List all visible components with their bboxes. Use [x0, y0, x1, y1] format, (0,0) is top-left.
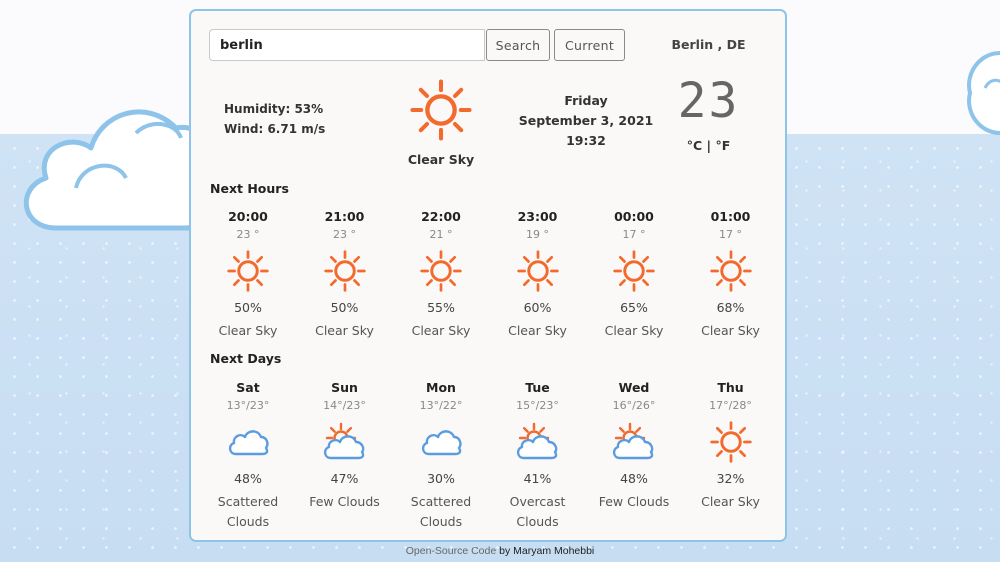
sun-cloud-icon: [297, 419, 393, 465]
day-label: Thu: [717, 380, 744, 395]
footer-link[interactable]: Open-Source Code: [406, 545, 496, 557]
hour-description: Clear Sky: [701, 323, 760, 338]
day-description: Few Clouds: [309, 494, 380, 509]
footer: Open-Source Code by Maryam Mohebbi: [0, 545, 1000, 557]
sun-cloud-icon: [586, 419, 682, 465]
wind-label: Wind: 6.71 m/s: [224, 122, 326, 136]
sun-icon: [393, 248, 489, 294]
next-days-title: Next Days: [210, 351, 282, 366]
hour-humidity: 50%: [234, 300, 262, 315]
hour-temperature: 23 °: [236, 228, 260, 241]
hour-label: 20:00: [228, 209, 268, 224]
hour-humidity: 60%: [523, 300, 552, 315]
hour-temperature: 23 °: [333, 228, 356, 241]
day-description: Scattered Clouds: [217, 494, 279, 529]
day-humidity: 48%: [234, 471, 262, 486]
hour-description: Clear Sky: [315, 323, 374, 338]
footer-author[interactable]: Maryam Mohebbi: [513, 545, 594, 557]
day-humidity: 30%: [427, 471, 455, 486]
cloud-icon: [200, 419, 296, 465]
day-label: Mon: [426, 380, 456, 395]
cloud-icon: [393, 419, 489, 465]
hour-label: 22:00: [421, 209, 461, 224]
sun-icon: [410, 79, 472, 141]
sun-icon: [586, 248, 682, 294]
hour-item: 20:00 23 ° 50% Clear Sky: [200, 209, 296, 341]
current-description: Clear Sky: [407, 152, 475, 167]
background-cloud-right: [967, 51, 1000, 135]
hour-item: 00:00 17 ° 65% Clear Sky: [586, 209, 682, 341]
hour-item: 23:00 19 ° 60% Clear Sky: [490, 209, 586, 341]
search-input[interactable]: [209, 29, 485, 61]
day-label: Tue: [525, 380, 550, 395]
hour-label: 01:00: [710, 209, 751, 224]
hour-description: Clear Sky: [604, 323, 664, 338]
hour-humidity: 65%: [620, 300, 648, 315]
day-description: Scattered Clouds: [410, 494, 472, 529]
hour-humidity: 55%: [427, 300, 455, 315]
day-item: Sat 13°/23° 48% Scattered Clouds: [200, 380, 296, 532]
day-temperature: 14°/23°: [323, 399, 366, 412]
sun-icon: [683, 419, 779, 465]
day-description: Few Clouds: [598, 494, 670, 509]
day-item: Tue 15°/23° 41% Overcast Clouds: [490, 380, 586, 532]
footer-by: by: [499, 545, 511, 557]
day-temperature: 13°/23°: [226, 399, 270, 412]
day-item: Sun 14°/23° 47% Few Clouds: [297, 380, 393, 512]
day-label: Sat: [236, 380, 260, 395]
day-temperature: 16°/26°: [612, 399, 656, 412]
time-label: 19:32: [566, 133, 606, 148]
hour-temperature: 21 °: [429, 228, 453, 241]
hour-item: 21:00 23 ° 50% Clear Sky: [297, 209, 393, 341]
day-humidity: 41%: [523, 471, 552, 486]
day-humidity: 48%: [620, 471, 648, 486]
day-humidity: 47%: [330, 471, 359, 486]
hour-humidity: 50%: [330, 300, 359, 315]
fahrenheit-toggle[interactable]: °F: [715, 138, 730, 153]
sun-icon: [490, 248, 586, 294]
unit-separator: |: [706, 138, 712, 153]
city-label: Berlin , DE: [671, 37, 746, 52]
humidity-label: Humidity: 53%: [224, 102, 324, 116]
sun-cloud-icon: [490, 419, 586, 465]
hour-temperature: 17 °: [719, 228, 742, 241]
day-label: Friday: [564, 93, 608, 108]
unit-toggle: °C | °F: [661, 138, 756, 153]
day-humidity: 32%: [716, 471, 745, 486]
sun-icon: [200, 248, 296, 294]
sun-icon: [683, 248, 779, 294]
current-date: Friday September 3, 2021 19:32: [511, 91, 661, 151]
search-button[interactable]: Search: [486, 29, 550, 61]
day-description: Overcast Clouds: [509, 494, 566, 529]
hour-label: 00:00: [614, 209, 654, 224]
hour-description: Clear Sky: [508, 323, 567, 338]
hour-temperature: 17 °: [622, 228, 646, 241]
day-temperature: 17°/28°: [709, 399, 752, 412]
day-description: Clear Sky: [701, 494, 760, 509]
hour-item: 01:00 17 ° 68% Clear Sky: [683, 209, 779, 341]
hour-description: Clear Sky: [218, 323, 278, 338]
current-temperature: 23: [677, 73, 740, 129]
day-label: Wed: [618, 380, 650, 395]
hour-item: 22:00 21 ° 55% Clear Sky: [393, 209, 489, 341]
weather-card: Search Current Berlin , DE Humidity: 53%…: [189, 9, 787, 542]
celsius-toggle[interactable]: °C: [687, 138, 702, 153]
day-item: Wed 16°/26° 48% Few Clouds: [586, 380, 682, 512]
hour-humidity: 68%: [716, 300, 745, 315]
day-temperature: 13°/22°: [419, 399, 463, 412]
hour-description: Clear Sky: [411, 323, 471, 338]
day-item: Thu 17°/28° 32% Clear Sky: [683, 380, 779, 512]
sun-icon: [297, 248, 393, 294]
hour-label: 21:00: [324, 209, 365, 224]
day-label: Sun: [331, 380, 358, 395]
day-item: Mon 13°/22° 30% Scattered Clouds: [393, 380, 489, 532]
background-cloud-left: [23, 109, 216, 231]
date-label: September 3, 2021: [518, 113, 654, 128]
current-details: Humidity: 53% Wind: 6.71 m/s: [224, 99, 325, 139]
day-temperature: 15°/23°: [516, 399, 559, 412]
current-location-button[interactable]: Current: [554, 29, 625, 61]
hour-label: 23:00: [517, 209, 558, 224]
hour-temperature: 19 °: [526, 228, 549, 241]
next-hours-title: Next Hours: [210, 181, 289, 196]
